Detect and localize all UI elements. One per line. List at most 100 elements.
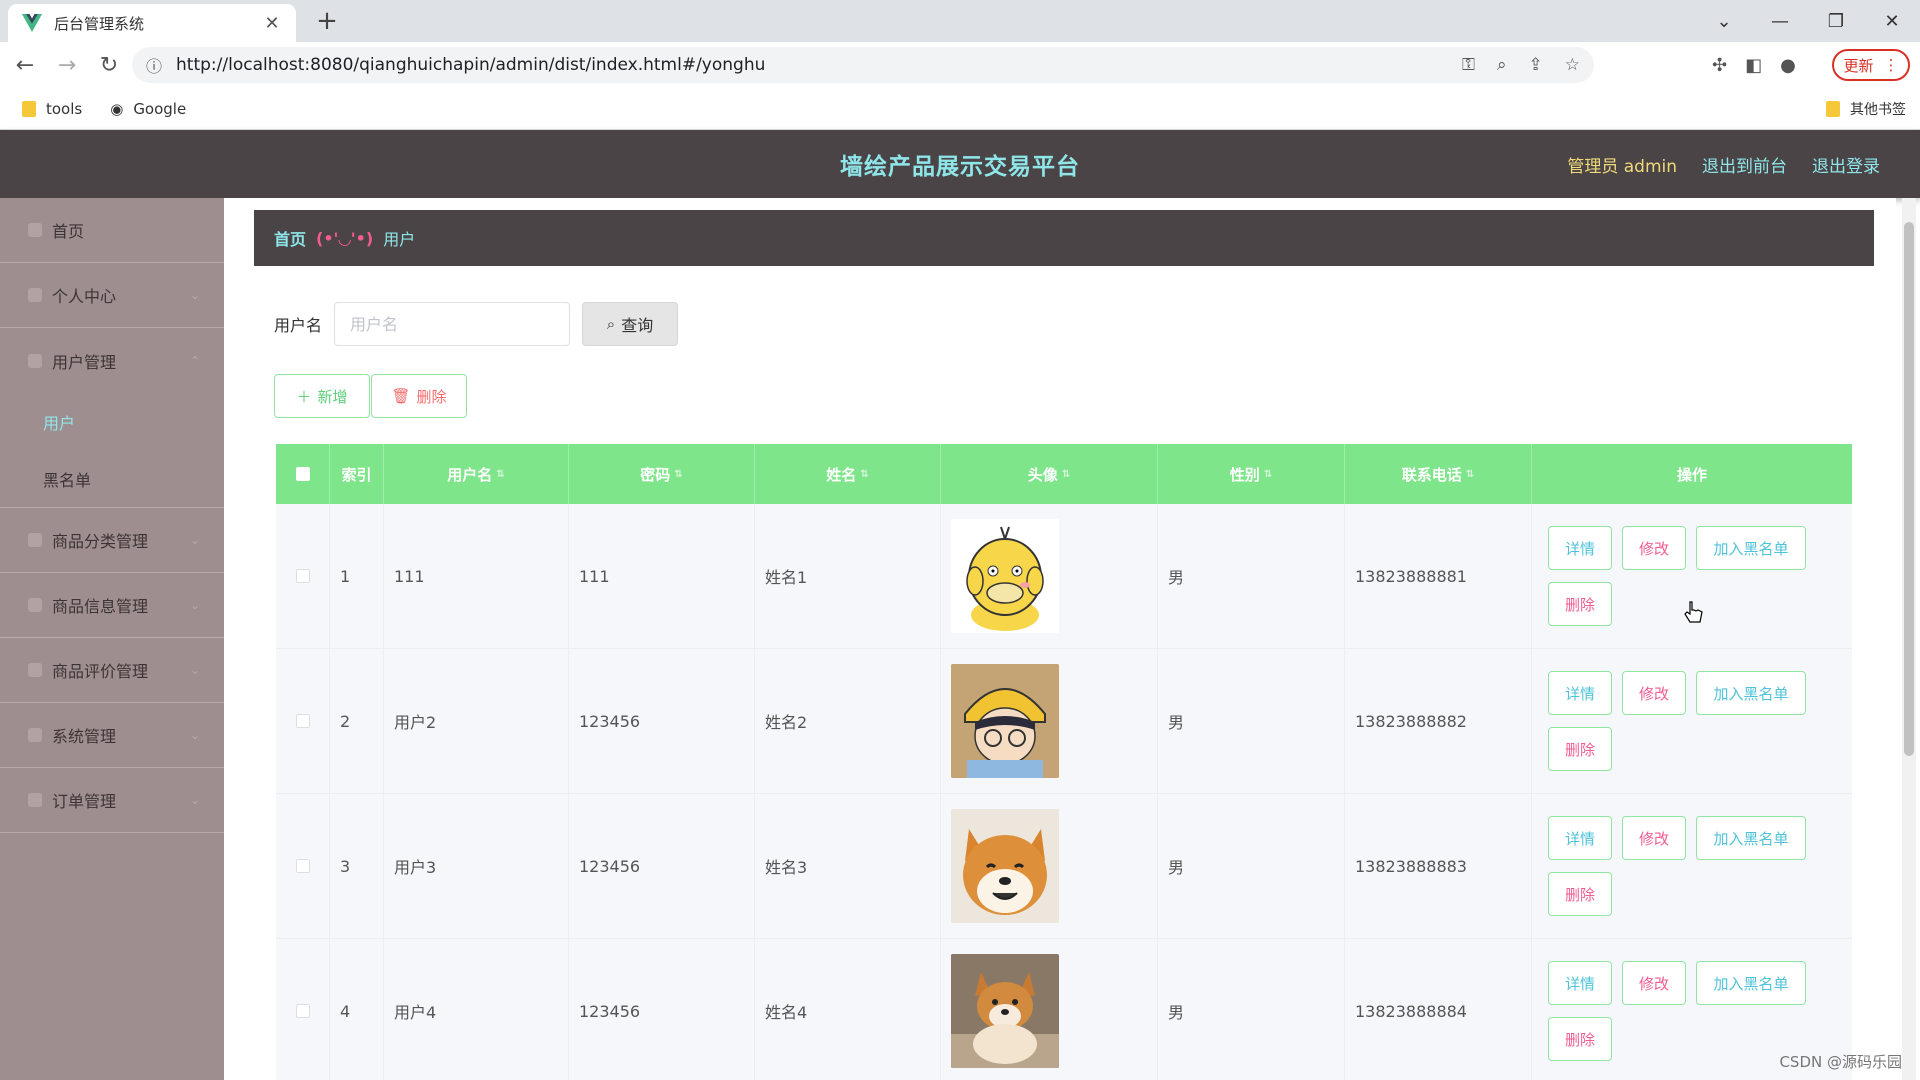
other-bookmarks[interactable]: 其他书签 bbox=[1826, 88, 1906, 130]
row-checkbox[interactable] bbox=[295, 1004, 310, 1018]
header-select-all[interactable] bbox=[276, 444, 330, 504]
sort-icon[interactable]: ⇅ bbox=[1466, 469, 1474, 480]
search-button[interactable]: ⌕ 查询 bbox=[582, 302, 679, 346]
tab-close-icon[interactable]: ✕ bbox=[262, 13, 282, 34]
table-row: 1 111 111 姓名1 男 13823888881 详情 修改 加入黑名单 … bbox=[276, 504, 1852, 649]
sort-icon[interactable]: ⇅ bbox=[1062, 469, 1070, 480]
sidebar-item-product-management[interactable]: 商品信息管理 ⌄ bbox=[0, 573, 224, 638]
delete-button[interactable]: 删除 bbox=[1548, 582, 1612, 626]
sidebar-item-label: 首页 bbox=[52, 222, 85, 241]
minimize-icon[interactable]: — bbox=[1752, 0, 1808, 42]
batch-delete-button[interactable]: 🗑 删除 bbox=[371, 374, 467, 418]
forward-icon[interactable]: → bbox=[50, 48, 84, 82]
add-button[interactable]: ＋ 新增 bbox=[274, 374, 370, 418]
breadcrumb: 首页 (•'◡'•) 用户 bbox=[254, 210, 1874, 266]
share-icon[interactable]: ⇪ bbox=[1529, 55, 1543, 75]
sidebar-subitem-blacklist[interactable]: 黑名单 bbox=[0, 450, 224, 507]
column-header-avatar[interactable]: 头像 ⇅ bbox=[941, 444, 1158, 504]
omnibox[interactable]: ⓘ http://localhost:8080/qianghuichapin/a… bbox=[132, 47, 1594, 83]
add-to-blacklist-button[interactable]: 加入黑名单 bbox=[1696, 961, 1806, 1005]
avatar-shiba-smile[interactable] bbox=[951, 809, 1059, 923]
exit-to-front-link[interactable]: 退出到前台 bbox=[1702, 152, 1787, 177]
new-tab-icon[interactable]: + bbox=[312, 6, 342, 36]
column-header-name[interactable]: 姓名 ⇅ bbox=[755, 444, 941, 504]
edit-button[interactable]: 修改 bbox=[1622, 816, 1686, 860]
cell-index: 4 bbox=[330, 939, 384, 1080]
search-label: 用户名 bbox=[274, 316, 323, 335]
cell-phone: 13823888881 bbox=[1345, 504, 1532, 648]
extensions-icon[interactable]: ✣ bbox=[1712, 55, 1727, 76]
sidebar-item-user-management[interactable]: 用户管理 ⌃ bbox=[0, 328, 224, 393]
detail-button[interactable]: 详情 bbox=[1548, 816, 1612, 860]
cell-username: 用户3 bbox=[384, 794, 569, 938]
sort-icon[interactable]: ⇅ bbox=[674, 469, 682, 480]
column-header-phone[interactable]: 联系电话 ⇅ bbox=[1345, 444, 1532, 504]
cell-name: 姓名2 bbox=[755, 649, 941, 793]
side-panel-icon[interactable]: ◧ bbox=[1745, 55, 1762, 76]
sidebar-item-profile[interactable]: 个人中心 ⌄ bbox=[0, 263, 224, 328]
password-key-icon[interactable]: ⚿ bbox=[1462, 55, 1475, 75]
tab-title: 后台管理系统 bbox=[54, 14, 145, 33]
detail-button[interactable]: 详情 bbox=[1548, 961, 1612, 1005]
column-header-username[interactable]: 用户名 ⇅ bbox=[384, 444, 569, 504]
edit-button[interactable]: 修改 bbox=[1622, 961, 1686, 1005]
avatar-cartoon-boy[interactable] bbox=[951, 664, 1059, 778]
reload-icon[interactable]: ↻ bbox=[92, 48, 126, 82]
review-icon bbox=[28, 663, 42, 677]
url-text[interactable]: http://localhost:8080/qianghuichapin/adm… bbox=[176, 55, 765, 75]
profile-icon[interactable]: ● bbox=[1780, 55, 1796, 76]
avatar-psyduck[interactable] bbox=[951, 519, 1059, 633]
detail-button[interactable]: 详情 bbox=[1548, 526, 1612, 570]
cell-password: 111 bbox=[569, 504, 755, 648]
sidebar-subitem-users[interactable]: 用户 bbox=[0, 393, 224, 450]
edit-button[interactable]: 修改 bbox=[1622, 671, 1686, 715]
cell-gender: 男 bbox=[1158, 649, 1345, 793]
sort-icon[interactable]: ⇅ bbox=[860, 469, 868, 480]
bookmark-star-icon[interactable]: ☆ bbox=[1565, 55, 1580, 75]
row-checkbox[interactable] bbox=[295, 569, 310, 583]
cell-gender: 男 bbox=[1158, 939, 1345, 1080]
delete-button[interactable]: 删除 bbox=[1548, 1017, 1612, 1061]
add-to-blacklist-button[interactable]: 加入黑名单 bbox=[1696, 526, 1806, 570]
delete-button[interactable]: 删除 bbox=[1548, 727, 1612, 771]
bookmark-tools[interactable]: tools bbox=[22, 100, 82, 118]
sort-icon[interactable]: ⇅ bbox=[496, 469, 504, 480]
edit-button[interactable]: 修改 bbox=[1622, 526, 1686, 570]
delete-button[interactable]: 删除 bbox=[1548, 872, 1612, 916]
add-to-blacklist-button[interactable]: 加入黑名单 bbox=[1696, 671, 1806, 715]
sidebar-item-home[interactable]: 首页 bbox=[0, 198, 224, 263]
breadcrumb-home[interactable]: 首页 bbox=[274, 226, 306, 250]
bookmark-label: Google bbox=[133, 99, 187, 118]
header-user: 管理员 admin bbox=[1567, 156, 1677, 177]
sort-icon[interactable]: ⇅ bbox=[1264, 469, 1272, 480]
page-scrollbar[interactable] bbox=[1902, 198, 1916, 1080]
logout-link[interactable]: 退出登录 bbox=[1812, 152, 1880, 177]
row-checkbox[interactable] bbox=[295, 714, 310, 728]
add-to-blacklist-button[interactable]: 加入黑名单 bbox=[1696, 816, 1806, 860]
cell-index: 3 bbox=[330, 794, 384, 938]
sidebar-item-order-management[interactable]: 订单管理 ⌄ bbox=[0, 768, 224, 833]
sidebar-item-category-management[interactable]: 商品分类管理 ⌄ bbox=[0, 508, 224, 573]
scrollbar-thumb[interactable] bbox=[1904, 222, 1914, 756]
cell-password: 123456 bbox=[569, 794, 755, 938]
detail-button[interactable]: 详情 bbox=[1548, 671, 1612, 715]
column-header-gender[interactable]: 性别 ⇅ bbox=[1158, 444, 1345, 504]
sidebar-item-review-management[interactable]: 商品评价管理 ⌄ bbox=[0, 638, 224, 703]
column-header-password[interactable]: 密码 ⇅ bbox=[569, 444, 755, 504]
sidebar-item-system-management[interactable]: 系统管理 ⌄ bbox=[0, 703, 224, 768]
row-checkbox[interactable] bbox=[295, 859, 310, 873]
restore-icon[interactable]: ❐ bbox=[1808, 0, 1864, 42]
zoom-icon[interactable]: ⌕ bbox=[1497, 55, 1507, 75]
cell-phone: 13823888882 bbox=[1345, 649, 1532, 793]
search-input[interactable] bbox=[334, 302, 571, 346]
close-window-icon[interactable]: ✕ bbox=[1864, 0, 1920, 42]
update-button[interactable]: 更新 ⋮ bbox=[1832, 49, 1910, 81]
select-all-checkbox[interactable] bbox=[295, 467, 310, 481]
sidebar-subitem-label: 黑名单 bbox=[43, 470, 92, 490]
bookmark-google[interactable]: ◉ Google bbox=[110, 100, 186, 118]
back-icon[interactable]: ← bbox=[8, 48, 42, 82]
site-info-icon[interactable]: ⓘ bbox=[146, 53, 162, 77]
tab-list-chevron-icon[interactable]: ⌄ bbox=[1696, 0, 1752, 42]
browser-tab[interactable]: 后台管理系统 ✕ bbox=[8, 4, 296, 42]
avatar-shiba-sitting[interactable] bbox=[951, 954, 1059, 1068]
